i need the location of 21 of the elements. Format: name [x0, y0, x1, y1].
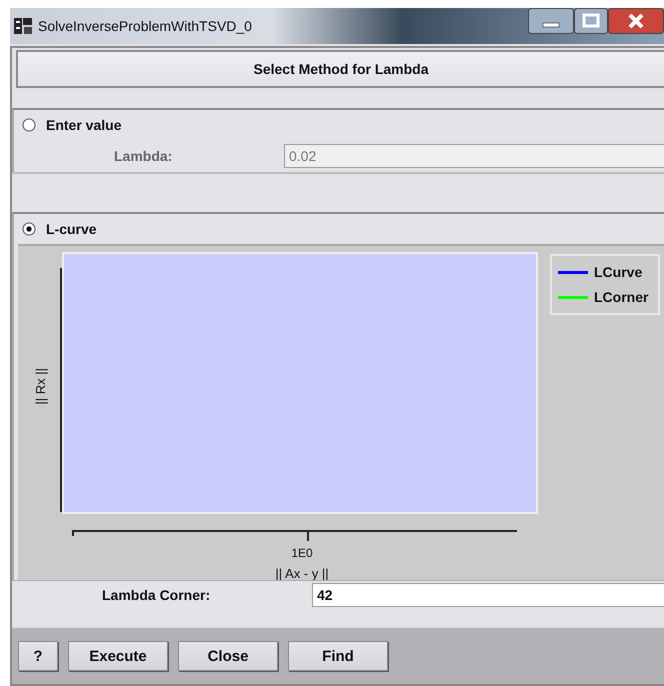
radio-label[interactable]: L-curve [46, 221, 97, 237]
lambda-corner-field[interactable]: 42 [312, 583, 664, 607]
action-button[interactable]: Execute [68, 641, 168, 671]
close-button[interactable] [608, 8, 664, 34]
lambda-corner-label: Lambda Corner: [101, 587, 212, 603]
action-button[interactable]: Close [178, 641, 278, 671]
action-button[interactable]: Find [288, 641, 388, 671]
minimize-button[interactable] [528, 8, 574, 34]
legend-label: LCorner [594, 289, 648, 305]
app-icon [14, 18, 32, 34]
window-title: SolveInverseProblemWithTSVD_0 [38, 18, 252, 34]
legend-label: LCurve [594, 264, 642, 280]
lambda-label: Lambda: [113, 148, 174, 164]
tick-label: 1E0 [291, 546, 313, 560]
section-header: Select Method for Lambda [16, 50, 664, 88]
radio-button[interactable] [22, 118, 36, 132]
y-axis-label: || Rx || [33, 368, 48, 404]
maximize-button[interactable] [574, 8, 608, 34]
radio-button[interactable] [22, 222, 36, 236]
help-button[interactable]: ? [18, 641, 58, 671]
radio-label[interactable]: Enter value [46, 117, 122, 133]
